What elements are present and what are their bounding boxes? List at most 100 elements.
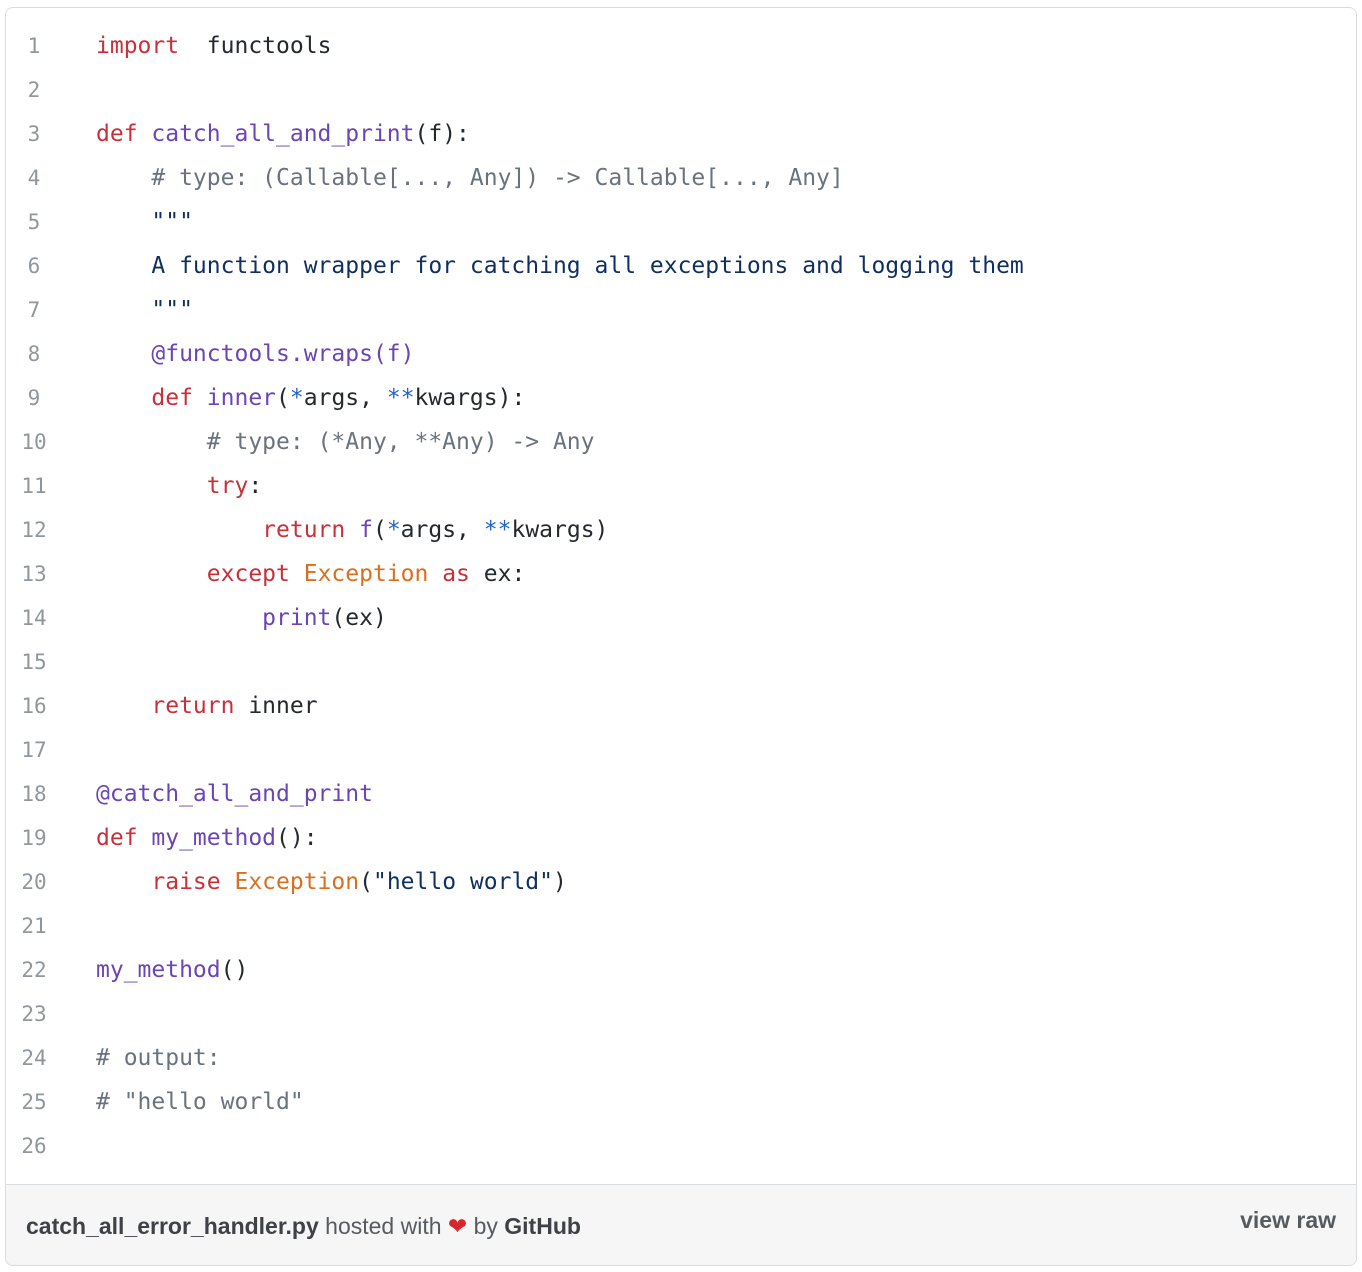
line-number: 13 bbox=[21, 562, 47, 586]
line-source: def my_method(): bbox=[96, 816, 318, 860]
code-line: 1 import functools bbox=[6, 24, 1356, 68]
code-token: ) bbox=[552, 869, 567, 895]
code-line: 4 # type: (Callable[..., Any]) -> Callab… bbox=[6, 156, 1356, 200]
github-link[interactable]: GitHub bbox=[504, 1213, 581, 1239]
code-token: @catch_all_and_print bbox=[96, 781, 373, 807]
line-number: 6 bbox=[27, 254, 41, 278]
code-token: return bbox=[96, 517, 346, 543]
line-number: 18 bbox=[21, 782, 47, 806]
line-source: try: bbox=[96, 464, 262, 508]
code-token: (f): bbox=[414, 121, 470, 147]
code-token: ** bbox=[483, 517, 512, 543]
line-source: def catch_all_and_print(f): bbox=[96, 112, 470, 156]
code-line: 16 return inner bbox=[6, 684, 1356, 728]
code-line: 14 print(ex) bbox=[6, 596, 1356, 640]
line-number: 21 bbox=[21, 914, 47, 938]
heart-icon: ❤ bbox=[447, 1213, 468, 1239]
code-line: 15 bbox=[6, 640, 1356, 684]
line-number: 25 bbox=[21, 1090, 47, 1114]
code-token: f bbox=[345, 517, 373, 543]
code-token: print bbox=[96, 605, 332, 631]
code-token: def bbox=[96, 825, 138, 851]
code-token: # type: (*Any, **Any) -> Any bbox=[96, 429, 595, 455]
line-number: 26 bbox=[21, 1134, 47, 1158]
line-number: 14 bbox=[21, 606, 47, 630]
code-token: @functools.wraps(f) bbox=[96, 341, 415, 367]
line-source: return inner bbox=[96, 684, 318, 728]
code-token: functools bbox=[179, 33, 332, 59]
view-raw-link[interactable]: view raw bbox=[1240, 1207, 1336, 1234]
line-source: raise Exception("hello world") bbox=[96, 860, 567, 904]
code-token: inner bbox=[234, 693, 318, 719]
line-source: my_method() bbox=[96, 948, 248, 992]
line-number: 22 bbox=[21, 958, 47, 982]
code-line: 12 return f(*args, **kwargs) bbox=[6, 508, 1356, 552]
line-source: # type: (Callable[..., Any]) -> Callable… bbox=[96, 156, 844, 200]
line-number: 5 bbox=[27, 210, 41, 234]
code-token: Exception bbox=[220, 869, 360, 895]
code-token: my_method bbox=[137, 825, 277, 851]
code-line: 22 my_method() bbox=[6, 948, 1356, 992]
code-line: 20 raise Exception("hello world") bbox=[6, 860, 1356, 904]
code-token: : bbox=[248, 473, 263, 499]
code-line: 25 # "hello world" bbox=[6, 1080, 1356, 1124]
code-token: kwargs): bbox=[414, 385, 526, 411]
by-text: by bbox=[473, 1213, 498, 1239]
line-source: print(ex) bbox=[96, 596, 387, 640]
filename-link[interactable]: catch_all_error_handler.py bbox=[26, 1213, 319, 1239]
code-line: 11 try: bbox=[6, 464, 1356, 508]
code-token: args, bbox=[400, 517, 484, 543]
code-token: try bbox=[96, 473, 249, 499]
line-number: 24 bbox=[21, 1046, 47, 1070]
line-number: 16 bbox=[21, 694, 47, 718]
line-source: # "hello world" bbox=[96, 1080, 304, 1124]
line-number: 7 bbox=[27, 298, 41, 322]
code-line: 21 bbox=[6, 904, 1356, 948]
code-line: 23 bbox=[6, 992, 1356, 1036]
line-number: 2 bbox=[27, 78, 41, 102]
code-token: * bbox=[289, 385, 304, 411]
line-number: 20 bbox=[21, 870, 47, 894]
code-token: () bbox=[220, 957, 249, 983]
code-token: args, bbox=[303, 385, 387, 411]
code-token: except bbox=[96, 561, 290, 587]
code-token: (): bbox=[276, 825, 318, 851]
code-token: return bbox=[96, 693, 235, 719]
code-line: 7 """ bbox=[6, 288, 1356, 332]
code-line: 18 @catch_all_and_print bbox=[6, 772, 1356, 816]
code-line: 19 def my_method(): bbox=[6, 816, 1356, 860]
code-token: A function wrapper for catching all exce… bbox=[96, 253, 1024, 279]
line-source: @functools.wraps(f) bbox=[96, 332, 415, 376]
code-line: 2 bbox=[6, 68, 1356, 112]
line-number: 9 bbox=[27, 386, 41, 410]
line-number: 11 bbox=[21, 474, 47, 498]
code-line: 5 """ bbox=[6, 200, 1356, 244]
line-source: def inner(*args, **kwargs): bbox=[96, 376, 525, 420]
line-number: 19 bbox=[21, 826, 47, 850]
code-token: def bbox=[96, 385, 193, 411]
line-source: """ bbox=[96, 200, 193, 244]
code-line: 10 # type: (*Any, **Any) -> Any bbox=[6, 420, 1356, 464]
code-line: 6 A function wrapper for catching all ex… bbox=[6, 244, 1356, 288]
code-token: (ex) bbox=[331, 605, 387, 631]
code-line: 13 except Exception as ex: bbox=[6, 552, 1356, 596]
code-line: 9 def inner(*args, **kwargs): bbox=[6, 376, 1356, 420]
code-token: # "hello world" bbox=[96, 1089, 304, 1115]
line-number: 3 bbox=[27, 122, 41, 146]
code-token: ( bbox=[359, 869, 373, 895]
code-line: 8 @functools.wraps(f) bbox=[6, 332, 1356, 376]
code-token: # type: (Callable[..., Any]) -> Callable… bbox=[96, 165, 844, 191]
line-source: except Exception as ex: bbox=[96, 552, 526, 596]
line-number: 15 bbox=[21, 650, 47, 674]
line-source: # type: (*Any, **Any) -> Any bbox=[96, 420, 595, 464]
code-token: raise bbox=[96, 869, 221, 895]
code-token: kwargs) bbox=[511, 517, 609, 543]
gist-footer: catch_all_error_handler.py hosted with ❤… bbox=[6, 1184, 1356, 1265]
line-number: 1 bbox=[27, 34, 41, 58]
code-token: ** bbox=[386, 385, 415, 411]
hosted-with-text: hosted with bbox=[325, 1213, 442, 1239]
line-source: import functools bbox=[96, 24, 331, 68]
code-token: ( bbox=[276, 385, 290, 411]
code-token: my_method bbox=[96, 957, 221, 983]
line-number: 23 bbox=[21, 1002, 47, 1026]
